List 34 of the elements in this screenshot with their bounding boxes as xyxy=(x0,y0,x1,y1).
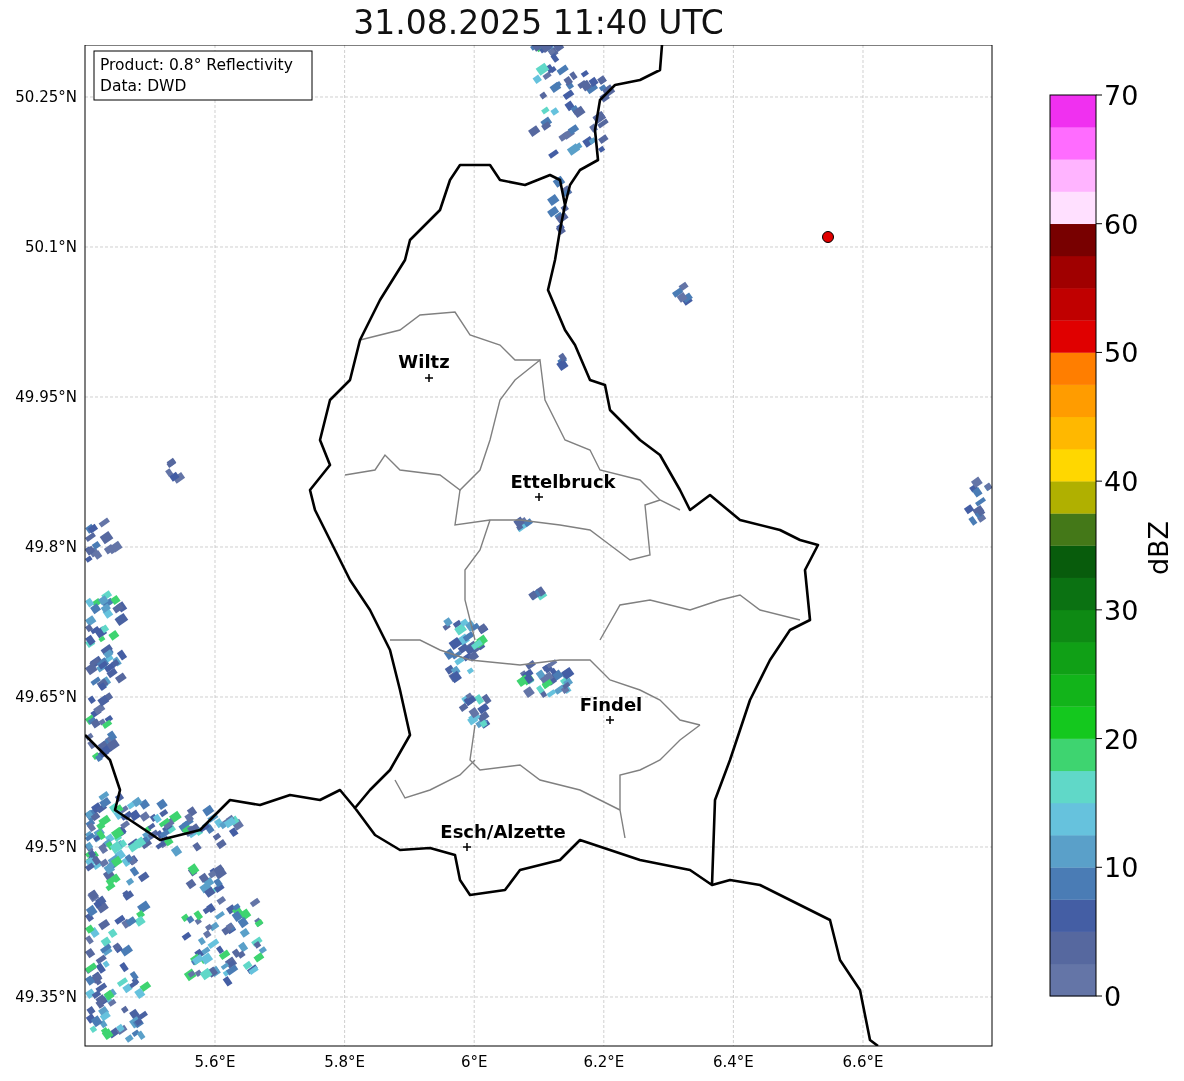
colorbar-tick-label: 30 xyxy=(1104,594,1139,626)
colorbar-tick-label: 10 xyxy=(1104,852,1139,884)
city-marker-icon xyxy=(605,715,615,725)
info-text: Data: DWD xyxy=(100,77,187,95)
colorbar-tick-label: 20 xyxy=(1104,723,1139,755)
city-label: Esch/Alzette xyxy=(440,821,566,842)
chart-title: 31.08.2025 11:40 UTC xyxy=(353,2,724,44)
city-label: Findel xyxy=(579,694,643,715)
longitude-tick-label: 5.8°E xyxy=(324,1053,365,1071)
city-label: Wiltz xyxy=(398,351,450,372)
city-marker-icon xyxy=(424,373,434,383)
colorbar-tick-label: 60 xyxy=(1104,208,1139,240)
latitude-tick-label: 49.35°N xyxy=(15,988,77,1006)
latitude-tick-label: 49.5°N xyxy=(24,838,77,856)
city-marker-icon xyxy=(462,842,472,852)
colorbar-tick-label: 70 xyxy=(1104,80,1139,111)
latitude-tick-label: 49.95°N xyxy=(15,388,77,406)
longitude-tick-label: 6°E xyxy=(460,1053,488,1071)
colorbar-tick-label: 40 xyxy=(1104,466,1139,498)
info-text: Product: 0.8° Reflectivity xyxy=(100,56,293,74)
longitude-tick-label: 6.2°E xyxy=(583,1053,625,1071)
latitude-tick-label: 50.1°N xyxy=(24,238,77,256)
city-label: Ettelbruck xyxy=(510,471,616,492)
station-marker xyxy=(822,231,834,243)
latitude-tick-label: 49.65°N xyxy=(15,688,77,706)
longitude-tick-label: 6.6°E xyxy=(842,1053,884,1071)
colorbar-label: dBZ xyxy=(1143,520,1174,576)
longitude-tick-label: 5.6°E xyxy=(194,1053,236,1071)
latitude-tick-label: 50.25°N xyxy=(15,88,77,106)
longitude-tick-label: 6.4°E xyxy=(713,1053,754,1071)
colorbar-tick-label: 0 xyxy=(1104,981,1122,1012)
colorbar-tick-label: 50 xyxy=(1104,337,1139,369)
latitude-tick-label: 49.8°N xyxy=(24,538,77,556)
city-marker-icon xyxy=(534,492,544,502)
